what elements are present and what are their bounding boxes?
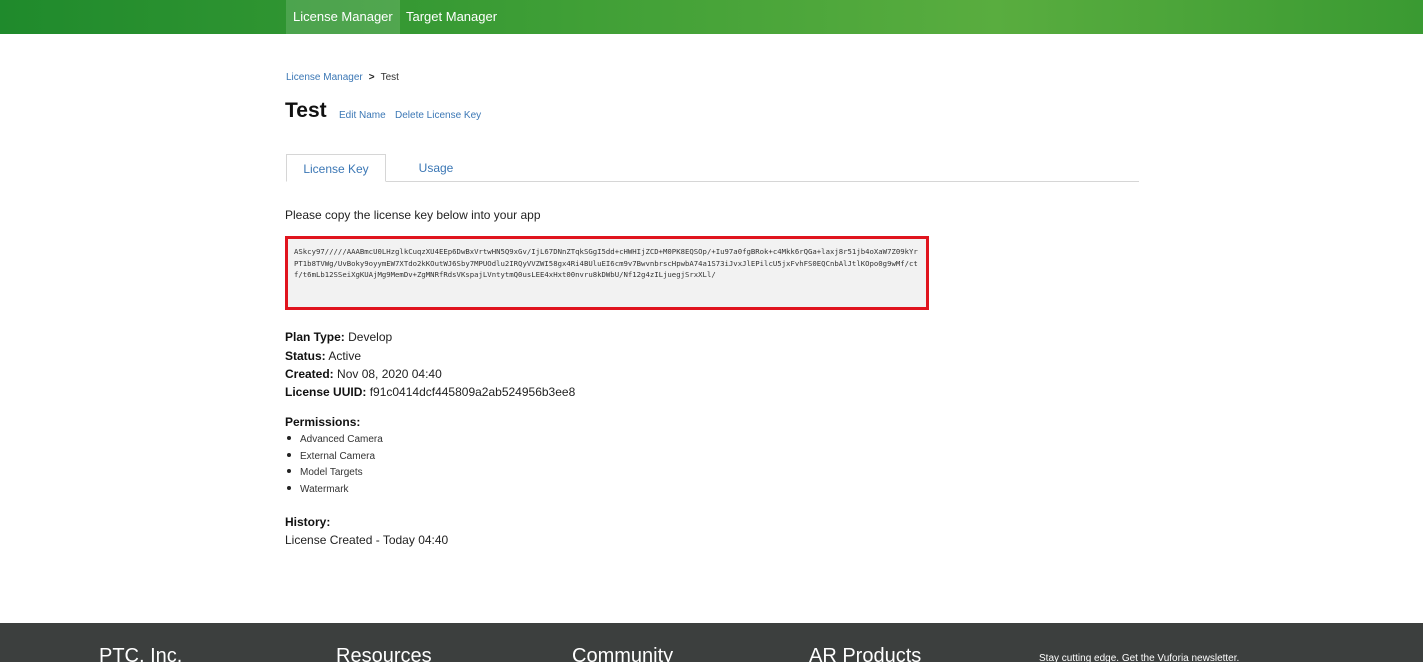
footer-community-heading[interactable]: Community — [572, 645, 673, 662]
tab-usage[interactable]: Usage — [405, 154, 467, 182]
history-entry: License Created - Today 04:40 — [285, 533, 449, 547]
status-label: Status: — [285, 349, 326, 363]
breadcrumb-separator: > — [368, 72, 375, 83]
permission-label: Model Targets — [300, 467, 363, 478]
plan-type-row: Plan Type: Develop — [285, 330, 392, 344]
created-row: Created: Nov 08, 2020 04:40 — [285, 367, 442, 381]
license-uuid-row: License UUID: f91c0414dcf445809a2ab52495… — [285, 385, 575, 399]
plan-type-label: Plan Type: — [285, 330, 345, 344]
plan-type-value: Develop — [348, 330, 393, 344]
created-label: Created: — [285, 367, 334, 381]
permission-label: Advanced Camera — [300, 434, 383, 445]
page-title: Test — [285, 99, 327, 122]
status-row: Status: Active — [285, 349, 361, 363]
license-key-instructions: Please copy the license key below into y… — [285, 208, 541, 222]
breadcrumb: License Manager > Test — [286, 72, 399, 83]
created-value: Nov 08, 2020 04:40 — [337, 367, 442, 381]
breadcrumb-license-manager[interactable]: License Manager — [286, 72, 363, 83]
list-item: External Camera — [287, 449, 383, 466]
bullet-icon — [287, 452, 291, 457]
footer-newsletter-text: Stay cutting edge. Get the Vuforia newsl… — [1039, 653, 1240, 662]
breadcrumb-current: Test — [380, 72, 399, 83]
delete-license-key-link[interactable]: Delete License Key — [395, 110, 481, 121]
footer-ar-products-heading[interactable]: AR Products — [809, 645, 921, 662]
footer-resources-heading[interactable]: Resources — [336, 645, 432, 662]
edit-name-link[interactable]: Edit Name — [339, 110, 386, 121]
history-title: History: — [285, 515, 331, 529]
status-value: Active — [328, 349, 362, 363]
list-item: Watermark — [287, 482, 383, 499]
top-nav-bar: License Manager Target Manager — [0, 0, 1423, 34]
bullet-icon — [287, 469, 291, 474]
license-uuid-label: License UUID: — [285, 385, 367, 399]
license-key-box[interactable]: ASkcy97/////AAABmcU0LHzglkCuqzXU4EEp6DwB… — [285, 236, 929, 310]
bullet-icon — [287, 485, 291, 490]
nav-target-manager[interactable]: Target Manager — [399, 0, 504, 34]
footer-ptc-heading[interactable]: PTC, Inc. — [99, 645, 182, 662]
list-item: Advanced Camera — [287, 432, 383, 449]
permission-label: External Camera — [300, 450, 376, 462]
permissions-title: Permissions: — [285, 415, 361, 429]
footer: PTC, Inc. Resources Community AR Product… — [0, 623, 1423, 662]
license-uuid-value: f91c0414dcf445809a2ab524956b3ee8 — [369, 385, 576, 399]
permissions-list: Advanced Camera External Camera Model Ta… — [287, 432, 383, 498]
nav-license-manager[interactable]: License Manager — [286, 0, 400, 34]
list-item: Model Targets — [287, 465, 383, 482]
bullet-icon — [287, 436, 291, 441]
tab-license-key[interactable]: License Key — [286, 154, 386, 182]
permission-label: Watermark — [300, 483, 349, 495]
